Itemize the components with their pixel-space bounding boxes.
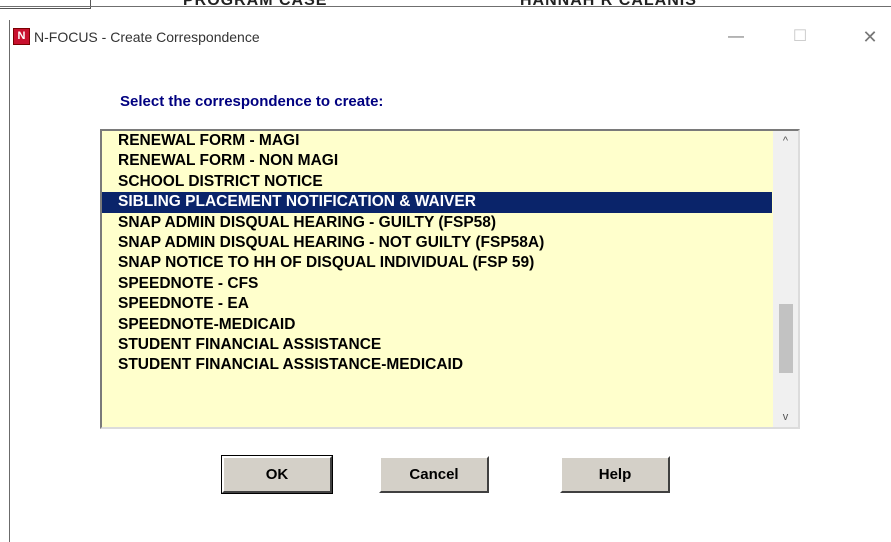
list-item[interactable]: SNAP ADMIN DISQUAL HEARING - NOT GUILTY … <box>102 233 772 253</box>
list-scrollbar[interactable]: ^ v <box>773 131 798 427</box>
correspondence-listbox[interactable]: RENEWAL FORM - MAGI RENEWAL FORM - NON MA… <box>100 129 800 429</box>
minimize-button[interactable]: — <box>716 24 756 50</box>
correspondence-prompt-label: Select the correspondence to create: <box>120 93 384 110</box>
background-divider <box>0 6 891 7</box>
list-item[interactable]: SPEEDNOTE-MEDICAID <box>102 315 772 335</box>
window-title: N-FOCUS - Create Correspondence <box>34 29 260 45</box>
list-item[interactable]: SIBLING PLACEMENT NOTIFICATION & WAIVER <box>102 192 772 213</box>
create-correspondence-dialog: N N-FOCUS - Create Correspondence — ☐ ✕ … <box>9 20 891 542</box>
scroll-up-arrow-icon[interactable]: ^ <box>773 131 798 151</box>
list-item[interactable]: STUDENT FINANCIAL ASSISTANCE <box>102 335 772 355</box>
list-item[interactable]: SPEEDNOTE - EA <box>102 294 772 314</box>
list-item[interactable]: RENEWAL FORM - NON MAGI <box>102 151 772 171</box>
help-button[interactable]: Help <box>560 456 670 493</box>
background-window-strip: PROGRAM CASE HANNAH R CALANIS <box>0 0 891 22</box>
list-item[interactable]: SCHOOL DISTRICT NOTICE <box>102 172 772 192</box>
list-item[interactable]: SPEEDNOTE - CFS <box>102 274 772 294</box>
list-item[interactable]: SNAP ADMIN DISQUAL HEARING - GUILTY (FSP… <box>102 213 772 233</box>
background-program-case-text: PROGRAM CASE <box>183 0 328 9</box>
ok-button[interactable]: OK <box>221 455 333 494</box>
background-client-name-text: HANNAH R CALANIS <box>520 0 697 9</box>
maximize-button[interactable]: ☐ <box>780 24 820 50</box>
title-bar[interactable]: N N-FOCUS - Create Correspondence — ☐ ✕ <box>10 20 891 54</box>
scroll-down-arrow-icon[interactable]: v <box>773 407 798 427</box>
list-item[interactable]: RENEWAL FORM - MAGI <box>102 131 772 151</box>
scrollbar-thumb[interactable] <box>779 304 793 373</box>
nfocus-app-icon: N <box>13 28 30 45</box>
background-cell <box>0 0 91 9</box>
cancel-button[interactable]: Cancel <box>379 456 489 493</box>
correspondence-list-items: RENEWAL FORM - MAGI RENEWAL FORM - NON MA… <box>102 131 772 376</box>
list-item[interactable]: STUDENT FINANCIAL ASSISTANCE-MEDICAID <box>102 355 772 375</box>
close-button[interactable]: ✕ <box>850 24 890 50</box>
list-item[interactable]: SNAP NOTICE TO HH OF DISQUAL INDIVIDUAL … <box>102 253 772 273</box>
